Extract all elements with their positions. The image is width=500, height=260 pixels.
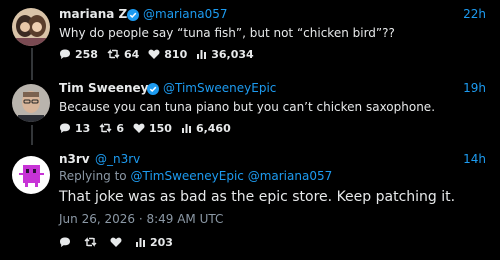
like-stat[interactable] (110, 236, 126, 248)
reply-icon (60, 237, 70, 247)
thread-line (31, 125, 33, 145)
retweet-icon (84, 237, 97, 247)
tweet-text: Why do people say “tuna fish”, but not “… (59, 26, 395, 40)
heart-icon (133, 123, 145, 133)
retweet-icon (99, 123, 112, 133)
tweet-stats: 258 64 810 36,034 (59, 47, 263, 61)
verified-icon (147, 83, 159, 95)
views-count: 6,460 (195, 121, 231, 135)
views-stat[interactable]: 203 (135, 236, 173, 249)
tweet-stats: 203 (59, 235, 182, 249)
like-stat[interactable]: 150 (133, 122, 172, 135)
views-icon (197, 50, 207, 59)
like-stat[interactable]: 810 (148, 48, 187, 61)
tweet-text: That joke was as bad as the epic store. … (59, 189, 456, 205)
like-count: 810 (164, 47, 188, 61)
views-count: 203 (150, 235, 173, 249)
avatar[interactable] (12, 84, 50, 122)
tweet-date[interactable]: Jun 26, 2026 · 8:49 AM UTC (59, 212, 223, 226)
retweet-count: 64 (123, 47, 140, 61)
tweet-time[interactable]: 19h (463, 81, 486, 95)
heart-icon (110, 237, 122, 247)
author-name[interactable]: Tim Sweeney (59, 81, 149, 95)
author-handle[interactable]: @mariana057 (143, 7, 228, 21)
tweet-text: Because you can tuna piano but you can’t… (59, 100, 436, 114)
retweet-stat[interactable] (84, 236, 101, 248)
retweet-stat[interactable]: 64 (107, 48, 139, 61)
author-name[interactable]: n3rv (59, 152, 90, 166)
views-stat[interactable]: 36,034 (196, 47, 254, 61)
retweet-stat[interactable]: 6 (99, 122, 124, 135)
heart-icon (148, 49, 160, 59)
views-icon (136, 238, 145, 247)
verified-icon (127, 9, 139, 21)
author-handle[interactable]: @TimSweeneyEpic (163, 81, 276, 95)
author-handle[interactable]: @_n3rv (95, 152, 140, 166)
views-icon (181, 124, 191, 133)
replying-to: Replying to @TimSweeneyEpic @mariana057 (59, 169, 332, 183)
reply-stat[interactable]: 258 (59, 48, 98, 61)
tweet-stats: 13 6 150 6,460 (59, 121, 240, 135)
replying-to-mentions[interactable]: @TimSweeneyEpic @mariana057 (130, 169, 332, 183)
reply-icon (60, 49, 70, 59)
reply-count: 13 (75, 121, 91, 135)
reply-icon (60, 123, 70, 133)
retweet-count: 6 (116, 121, 124, 135)
tweet-time[interactable]: 14h (463, 152, 486, 166)
avatar[interactable] (12, 8, 50, 46)
views-count: 36,034 (211, 47, 254, 61)
reply-stat[interactable]: 13 (59, 122, 90, 135)
like-count: 150 (148, 121, 172, 135)
replying-to-label: Replying to (59, 169, 127, 183)
reply-count: 258 (75, 47, 98, 61)
tweet-time[interactable]: 22h (463, 7, 486, 21)
reply-stat[interactable] (59, 236, 75, 248)
views-stat[interactable]: 6,460 (181, 122, 231, 135)
thread-line (31, 48, 33, 80)
retweet-icon (107, 49, 120, 59)
avatar[interactable] (12, 156, 50, 194)
author-name[interactable]: mariana Z (59, 7, 127, 21)
